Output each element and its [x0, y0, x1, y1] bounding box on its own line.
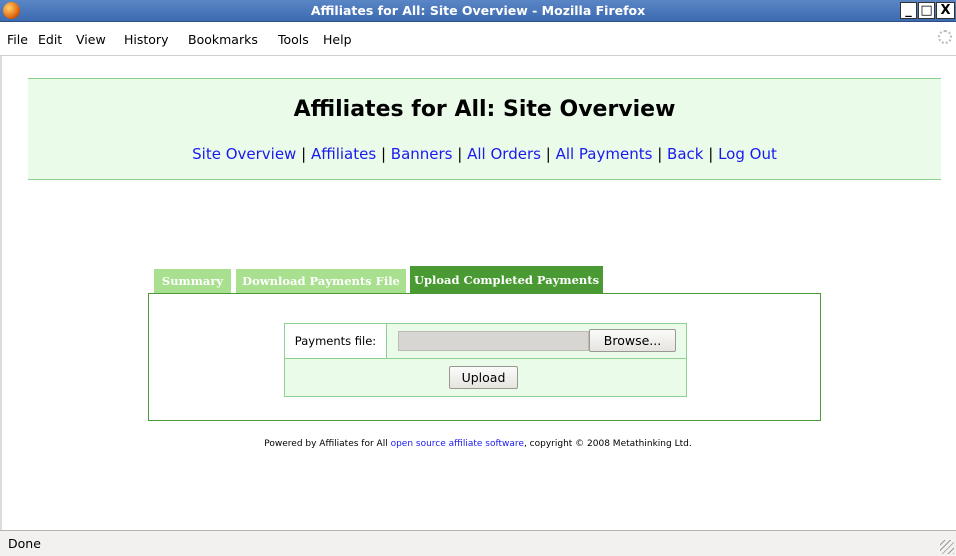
- footer-suffix: , copyright © 2008 Metathinking Ltd.: [523, 439, 692, 449]
- payments-file-input[interactable]: [398, 331, 589, 351]
- window-border: [0, 56, 2, 530]
- minimize-button[interactable]: _: [900, 2, 917, 19]
- payments-file-label: Payments file:: [285, 324, 387, 359]
- nav-back[interactable]: Back: [667, 145, 703, 163]
- nav-separator: |: [657, 145, 663, 163]
- page-title: Affiliates for All: Site Overview: [293, 97, 676, 122]
- menu-view[interactable]: View: [76, 32, 106, 47]
- nav-separator: |: [457, 145, 463, 163]
- nav-affiliates[interactable]: Affiliates: [311, 145, 376, 163]
- menu-help[interactable]: Help: [323, 32, 352, 47]
- nav-site-overview[interactable]: Site Overview: [192, 145, 296, 163]
- window-title: Affiliates for All: Site Overview - Mozi…: [310, 3, 646, 18]
- browse-button[interactable]: Browse...: [589, 329, 676, 352]
- close-button[interactable]: X: [936, 2, 955, 19]
- nav-banners[interactable]: Banners: [391, 145, 453, 163]
- tab-upload-completed-payments[interactable]: Upload Completed Payments: [410, 266, 603, 294]
- nav-log-out[interactable]: Log Out: [718, 145, 777, 163]
- resize-grip-icon[interactable]: [940, 540, 954, 554]
- submit-cell: Upload: [285, 359, 686, 396]
- menu-file[interactable]: File: [7, 32, 28, 47]
- nav-all-orders[interactable]: All Orders: [467, 145, 541, 163]
- window-title-bar: Affiliates for All: Site Overview - Mozi…: [0, 0, 956, 22]
- upload-button[interactable]: Upload: [449, 366, 518, 389]
- tab-summary[interactable]: Summary: [154, 269, 231, 293]
- nav-separator: |: [708, 145, 714, 163]
- nav-all-payments[interactable]: All Payments: [556, 145, 653, 163]
- footer-prefix: Powered by Affiliates for All: [264, 439, 391, 449]
- nav-separator: |: [545, 145, 551, 163]
- nav-separator: |: [301, 145, 307, 163]
- tab-download-payments-file[interactable]: Download Payments File: [236, 269, 406, 293]
- page-footer: Powered by Affiliates for All open sourc…: [0, 439, 956, 449]
- status-bar: Done: [0, 530, 956, 556]
- menu-tools[interactable]: Tools: [278, 32, 309, 47]
- upload-form: Payments file: Browse... Upload: [284, 323, 687, 397]
- page-header: Affiliates for All: Site Overview Site O…: [28, 78, 941, 180]
- nav-separator: |: [380, 145, 386, 163]
- payments-file-cell: Browse...: [387, 324, 686, 359]
- menu-bookmarks[interactable]: Bookmarks: [188, 32, 258, 47]
- menu-history[interactable]: History: [124, 32, 168, 47]
- status-text: Done: [8, 536, 41, 551]
- menu-bar: File Edit View History Bookmarks Tools H…: [0, 22, 956, 56]
- menu-edit[interactable]: Edit: [38, 32, 62, 47]
- footer-software-link[interactable]: open source affiliate software: [391, 439, 524, 449]
- throbber-icon: [938, 30, 952, 44]
- main-nav: Site Overview | Affiliates | Banners | A…: [28, 145, 941, 163]
- maximize-button[interactable]: □: [918, 2, 935, 19]
